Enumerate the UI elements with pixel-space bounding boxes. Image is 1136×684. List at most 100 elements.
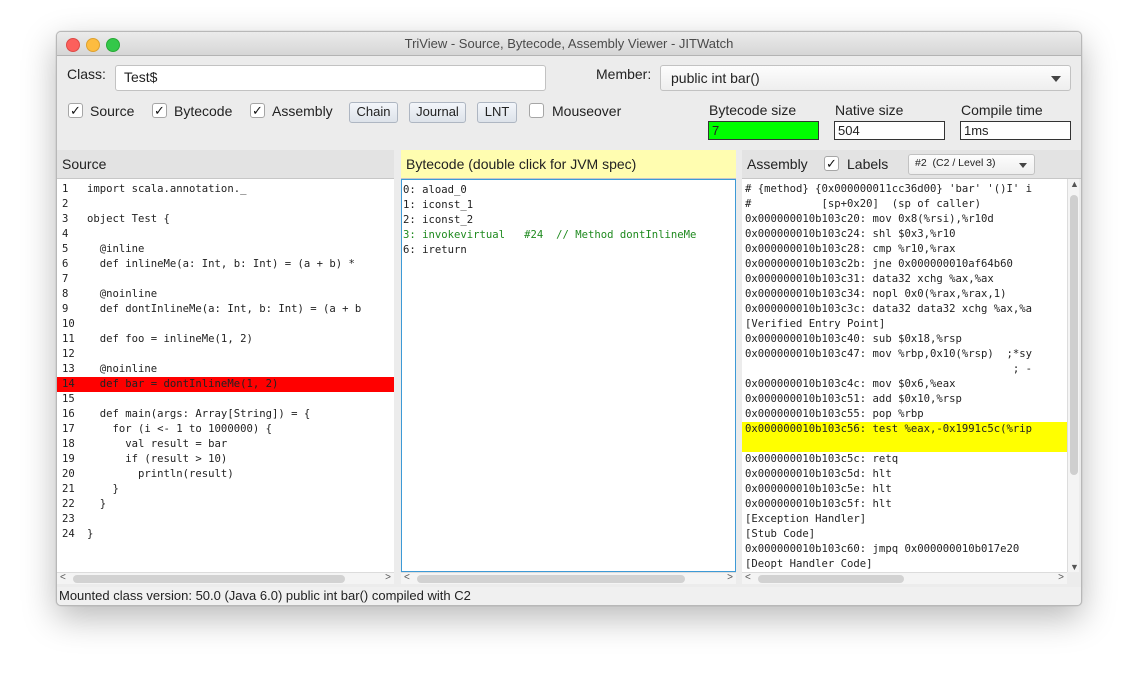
source-code-pane[interactable]: 1 import scala.annotation._ 2 3 object Test … <box>57 179 394 572</box>
line-text: 1: iconst_1 <box>403 199 474 211</box>
line-text: 0: aload_0 <box>403 184 467 196</box>
assembly-line: ; - <box>742 362 1067 377</box>
scroll-right-icon[interactable]: > <box>1058 572 1064 583</box>
assembly-checkbox[interactable]: ✓ <box>250 103 265 118</box>
bytecode-line: 2: iconst_2 <box>402 213 735 228</box>
window-title: TriView - Source, Bytecode, Assembly Vie… <box>404 36 734 51</box>
source-line: 11 def foo = inlineMe(1, 2) <box>57 332 394 347</box>
assembly-line: 0x000000010b103c3c: data32 data32 xchg %… <box>742 302 1067 317</box>
bytecode-horizontal-scrollbar[interactable]: < > <box>401 572 736 584</box>
assembly-line: 0x000000010b103c24: shl $0x3,%r10 <box>742 227 1067 242</box>
line-text: 0x000000010b103c3c: data32 data32 xchg %… <box>745 303 1033 315</box>
line-text: 0x000000010b103c20: mov 0x8(%rsi),%r10d <box>745 213 994 225</box>
line-text: [Exception Handler] <box>745 513 867 525</box>
checkmark-icon: ✓ <box>70 103 81 118</box>
scroll-thumb[interactable] <box>758 575 904 583</box>
line-text: [Stub Code] <box>745 528 816 540</box>
line-number: 3 <box>62 213 69 225</box>
source-line: 6 def inlineMe(a: Int, b: Int) = (a + b)… <box>57 257 394 272</box>
line-text <box>83 228 87 240</box>
scroll-right-icon[interactable]: > <box>385 572 391 583</box>
line-number: 14 <box>62 378 75 390</box>
assembly-line: 0x000000010b103c56: test %eax,-0x1991c5c… <box>742 422 1067 437</box>
assembly-checkbox-label: Assembly <box>272 103 333 119</box>
compilation-level-dropdown[interactable]: #2 (C2 / Level 3) <box>908 154 1035 175</box>
checkmark-icon: ✓ <box>154 103 165 118</box>
line-text <box>742 438 745 450</box>
status-bar: Mounted class version: 50.0 (Java 6.0) p… <box>57 587 1081 605</box>
source-line: 1 import scala.annotation._ <box>57 182 394 197</box>
line-text <box>83 198 87 210</box>
line-number: 17 <box>62 423 75 435</box>
bytecode-line: 3: invokevirtual #24 // Method dontInlin… <box>402 228 735 243</box>
source-checkbox[interactable]: ✓ <box>68 103 83 118</box>
line-text: 2: iconst_2 <box>403 214 474 226</box>
scroll-thumb[interactable] <box>1070 195 1078 475</box>
source-line: 19 if (result > 10) <box>57 452 394 467</box>
assembly-code-pane[interactable]: # {method} {0x000000011cc36d00} 'bar' '(… <box>742 179 1067 572</box>
scroll-left-icon[interactable]: < <box>60 572 66 583</box>
line-number: 6 <box>62 258 69 270</box>
line-number: 21 <box>62 483 75 495</box>
mouseover-checkbox[interactable] <box>529 103 544 118</box>
bytecode-pane[interactable]: 0: aload_0 1: iconst_1 2: iconst_2 3: invok… <box>401 179 736 572</box>
chevron-down-icon <box>1019 163 1027 168</box>
line-text <box>83 273 87 285</box>
line-text: } <box>87 483 119 495</box>
assembly-line: 0x000000010b103c5f: hlt <box>742 497 1067 512</box>
line-text <box>83 513 87 525</box>
assembly-line: [Deopt Handler Code] <box>742 557 1067 572</box>
labels-checkbox[interactable]: ✓ <box>824 156 839 171</box>
source-horizontal-scrollbar[interactable]: < > <box>57 572 394 584</box>
checkmark-icon: ✓ <box>826 156 837 171</box>
assembly-line: [Stub Code] <box>742 527 1067 542</box>
source-line: 24} <box>57 527 394 542</box>
assembly-line: 0x000000010b103c28: cmp %r10,%rax <box>742 242 1067 257</box>
line-text: def main(args: Array[String]) = { <box>87 408 311 420</box>
scroll-right-icon[interactable]: > <box>727 572 733 583</box>
assembly-line: 0x000000010b103c31: data32 xchg %ax,%ax <box>742 272 1067 287</box>
assembly-line: [Verified Entry Point] <box>742 317 1067 332</box>
lnt-button[interactable]: LNT <box>477 102 517 123</box>
assembly-horizontal-scrollbar[interactable]: < > <box>742 572 1067 584</box>
source-line: 2 <box>57 197 394 212</box>
line-text: 0x000000010b103c47: mov %rbp,0x10(%rsp) … <box>745 348 1033 360</box>
source-line: 5 @inline <box>57 242 394 257</box>
bytecode-line: 0: aload_0 <box>402 183 735 198</box>
bytecode-checkbox[interactable]: ✓ <box>152 103 167 118</box>
line-text <box>83 318 87 330</box>
line-text: import scala.annotation._ <box>87 183 247 195</box>
line-text <box>83 393 87 405</box>
line-text: # [sp+0x20] (sp of caller) <box>745 198 981 210</box>
source-line: 8 @noinline <box>57 287 394 302</box>
assembly-line: # {method} {0x000000011cc36d00} 'bar' '(… <box>742 182 1067 197</box>
scroll-left-icon[interactable]: < <box>404 572 410 583</box>
native-size-label: Native size <box>835 102 904 118</box>
member-dropdown[interactable]: public int bar() <box>660 65 1071 91</box>
line-text: [Verified Entry Point] <box>745 318 886 330</box>
line-text: 0x000000010b103c51: add $0x10,%rsp <box>745 393 962 405</box>
source-line: 13 @noinline <box>57 362 394 377</box>
line-number: 11 <box>62 333 75 345</box>
source-line: 10 <box>57 317 394 332</box>
scroll-up-icon[interactable]: ▲ <box>1070 179 1079 189</box>
assembly-line: 0x000000010b103c55: pop %rbp <box>742 407 1067 422</box>
line-text: 0x000000010b103c5f: hlt <box>745 498 892 510</box>
chevron-down-icon <box>1051 76 1061 82</box>
source-line: 4 <box>57 227 394 242</box>
assembly-line: 0x000000010b103c47: mov %rbp,0x10(%rsp) … <box>742 347 1067 362</box>
scroll-thumb[interactable] <box>417 575 685 583</box>
journal-button[interactable]: Journal <box>409 102 466 123</box>
source-line: 15 <box>57 392 394 407</box>
line-text: # {method} {0x000000011cc36d00} 'bar' '(… <box>745 183 1033 195</box>
scroll-left-icon[interactable]: < <box>745 572 751 583</box>
assembly-line: 0x000000010b103c5c: retq <box>742 452 1067 467</box>
scroll-down-icon[interactable]: ▼ <box>1070 562 1079 572</box>
class-input[interactable]: Test$ <box>115 65 546 91</box>
native-size-value: 504 <box>834 121 945 140</box>
scroll-thumb[interactable] <box>73 575 345 583</box>
assembly-line: 0x000000010b103c4c: mov $0x6,%eax <box>742 377 1067 392</box>
assembly-vertical-scrollbar[interactable]: ▲ ▼ <box>1067 179 1079 572</box>
chain-button[interactable]: Chain <box>349 102 398 123</box>
line-text: 0x000000010b103c5d: hlt <box>745 468 892 480</box>
